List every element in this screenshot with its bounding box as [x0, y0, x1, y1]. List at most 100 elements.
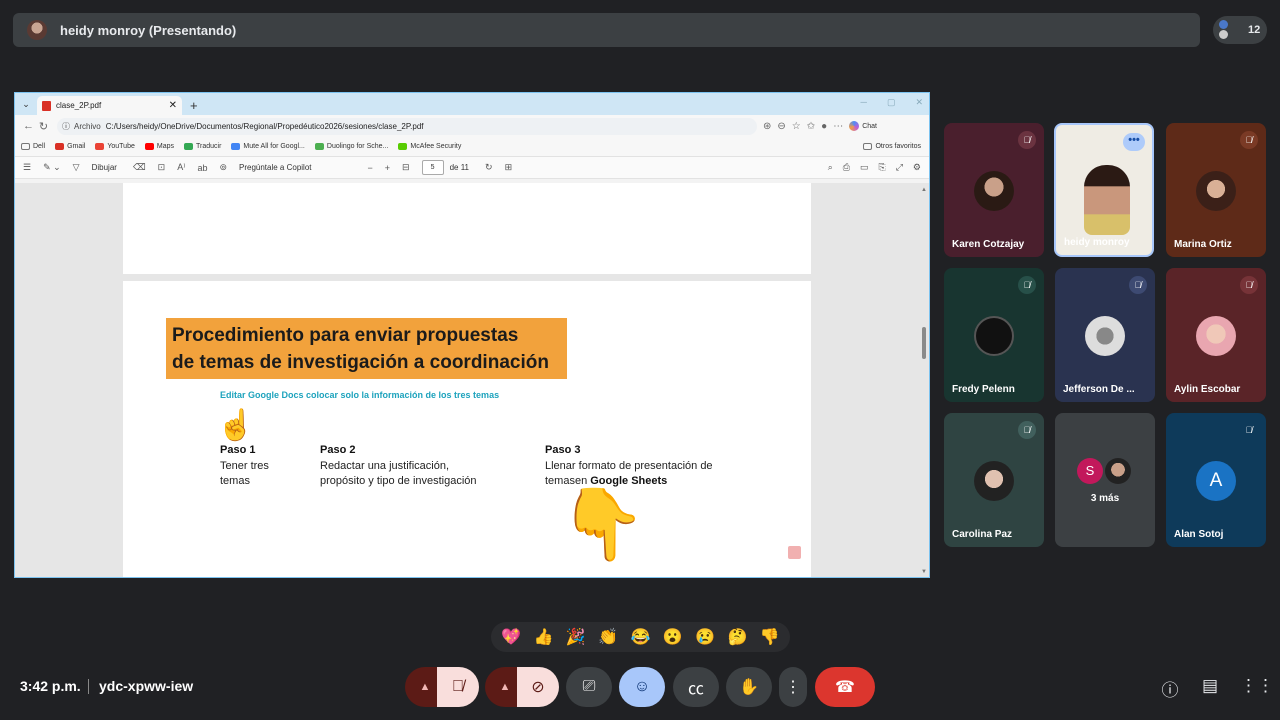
profile-icon[interactable]: ●	[821, 121, 827, 132]
favorite-star-icon[interactable]: ☆	[792, 121, 801, 132]
read-aloud-icon[interactable]: A⁾	[177, 162, 185, 173]
copilot-ask-button[interactable]: Pregúntale a Copilot	[239, 163, 312, 172]
chat-icon[interactable]: ▤	[1200, 676, 1220, 696]
close-tab-icon[interactable]: ✕	[169, 100, 177, 111]
presenter-name: heidy monroy (Presentando)	[60, 22, 237, 38]
scroll-thumb[interactable]	[922, 327, 926, 359]
settings-icon[interactable]: ⚙	[913, 162, 921, 173]
save-icon[interactable]: ▭	[860, 162, 869, 173]
participant-tile[interactable]: 🎙̸ Karen Cotzajay	[944, 123, 1044, 257]
participant-tile[interactable]: 🎙̸ Marina Ortiz	[1166, 123, 1266, 257]
tab-title: clase_2P.pdf	[56, 101, 102, 110]
bookmark-item[interactable]: Maps	[144, 143, 174, 150]
activities-icon[interactable]: ⋮⋮	[1240, 676, 1274, 696]
print-icon[interactable]: ⎙	[843, 162, 850, 173]
favorites-icon[interactable]: ✩	[807, 121, 815, 132]
pdf-scrollbar[interactable]: ▲ ▼	[921, 187, 927, 575]
page-number-input[interactable]: 5	[421, 160, 444, 175]
captions-button[interactable]: ㏄	[673, 667, 719, 707]
tab-search-icon[interactable]: ⌄	[15, 93, 37, 115]
bookmark-item[interactable]: Gmail	[55, 143, 85, 150]
reaction-thumbs-down[interactable]: 👎	[760, 627, 780, 647]
leave-call-button[interactable]: ☎	[815, 667, 875, 707]
meeting-time: 3:42 p.m.	[20, 678, 81, 694]
more-participants-tile[interactable]: S 3 más	[1055, 413, 1155, 547]
pdf-viewport[interactable]: Procedimiento para enviar propuestas de …	[15, 183, 929, 577]
meeting-info-icon[interactable]: ⓘ	[1160, 676, 1180, 701]
acrobat-icon[interactable]	[788, 546, 801, 559]
pointing-up-hand-icon: ☝	[217, 409, 255, 442]
reaction-surprised[interactable]: 😮	[663, 627, 683, 647]
contents-icon[interactable]: ☰	[23, 162, 31, 173]
copilot-small-icon[interactable]: ⊚	[219, 162, 227, 173]
bookmark-item[interactable]: Dell	[21, 143, 45, 150]
address-bar[interactable]: ⓘ Archivo C:/Users/heidy/OneDrive/Docume…	[57, 117, 757, 135]
maximize-icon[interactable]: ▢	[887, 97, 896, 108]
reaction-laugh[interactable]: 😂	[631, 627, 651, 647]
tab-pdf[interactable]: clase_2P.pdf ✕	[37, 96, 182, 115]
copilot-chat-button[interactable]: Chat	[849, 121, 877, 131]
zoom-icon[interactable]: ⊖	[777, 121, 785, 132]
translate-icon[interactable]: ⊛	[763, 121, 771, 132]
zoom-in-icon[interactable]: +	[385, 163, 390, 173]
raise-hand-button[interactable]: ✋	[726, 667, 772, 707]
highlight-icon[interactable]: ✎ ⌄	[43, 162, 61, 173]
avatar	[1196, 316, 1236, 356]
more-options-button[interactable]: ⋮	[779, 667, 807, 707]
present-screen-button[interactable]: ⎚	[566, 667, 612, 707]
save-as-icon[interactable]: ⎘	[879, 162, 886, 173]
scroll-down-icon[interactable]: ▼	[921, 569, 927, 575]
reaction-thumbs-up[interactable]: 👍	[534, 627, 554, 647]
camera-toggle-button[interactable]: ⊘	[517, 667, 559, 707]
minimize-icon[interactable]: ─	[861, 97, 867, 108]
close-window-icon[interactable]: ✕	[915, 97, 923, 108]
text-icon[interactable]: ⊡	[158, 162, 166, 173]
zoom-out-icon[interactable]: −	[368, 163, 373, 173]
scroll-up-icon[interactable]: ▲	[921, 187, 927, 193]
rotate-icon[interactable]: ↻	[485, 162, 493, 173]
fit-page-icon[interactable]: ⊟	[402, 162, 410, 173]
reaction-party[interactable]: 🎉	[566, 627, 586, 647]
more-menu-icon[interactable]: ⋯	[833, 121, 843, 132]
window-controls: ─ ▢ ✕	[861, 97, 923, 108]
avatar	[974, 461, 1014, 501]
reaction-thinking[interactable]: 🤔	[728, 627, 748, 647]
eraser-icon[interactable]: ⌫	[133, 162, 146, 173]
more-vert-icon: ⋮	[785, 679, 801, 696]
reaction-clap[interactable]: 👏	[598, 627, 618, 647]
other-bookmarks[interactable]: Otros favoritos	[863, 143, 921, 150]
slide-subtitle: Editar Google Docs colocar solo la infor…	[220, 390, 500, 400]
participant-tile[interactable]: 🎙̸ A Alan Sotoj	[1166, 413, 1266, 547]
bookmark-item[interactable]: Mute All for Googl...	[231, 143, 305, 150]
reactions-button[interactable]: ☺	[619, 667, 665, 707]
reload-icon[interactable]: ↻	[36, 120, 51, 133]
bookmark-item[interactable]: Duolingo for Sche...	[314, 143, 389, 150]
participant-tile[interactable]: 🎙̸ Jefferson De ...	[1055, 268, 1155, 402]
dell-icon	[55, 143, 65, 150]
draw-icon[interactable]: ▽	[73, 162, 80, 173]
participant-tile-speaking[interactable]: ••• heidy monroy	[1054, 123, 1154, 257]
participants-button[interactable]: 12	[1213, 16, 1267, 44]
bookmark-item[interactable]: McAfee Security	[398, 143, 461, 150]
participant-tile[interactable]: 🎙̸ Carolina Paz	[944, 413, 1044, 547]
bookmark-label: Gmail	[67, 143, 86, 150]
duolingo-icon	[398, 143, 408, 150]
participant-name: Jefferson De ...	[1063, 384, 1135, 395]
fullscreen-icon[interactable]: ⤢	[896, 162, 903, 173]
reaction-sad[interactable]: 😢	[695, 627, 715, 647]
participant-tile[interactable]: 🎙̸ Aylin Escobar	[1166, 268, 1266, 402]
draw-button[interactable]: Dibujar	[92, 163, 117, 172]
translate-text-icon[interactable]: ab	[197, 163, 207, 173]
back-icon[interactable]: ←	[21, 120, 36, 132]
new-tab-icon[interactable]: +	[190, 96, 198, 115]
participant-tile[interactable]: 🎙̸ Fredy Pelenn	[944, 268, 1044, 402]
reaction-sparkling-heart[interactable]: 💖	[501, 627, 521, 647]
page-view-icon[interactable]: ⊞	[505, 162, 513, 173]
bookmark-label: Duolingo for Sche...	[326, 143, 389, 150]
search-icon[interactable]: ⌕	[828, 162, 833, 173]
bookmark-item[interactable]: YouTube	[95, 143, 135, 150]
presenter-avatar	[27, 20, 47, 40]
more-options-icon[interactable]: •••	[1123, 133, 1145, 151]
microphone-toggle-button[interactable]: 🎙̸	[437, 667, 479, 707]
bookmark-item[interactable]: Traducir	[183, 143, 221, 150]
